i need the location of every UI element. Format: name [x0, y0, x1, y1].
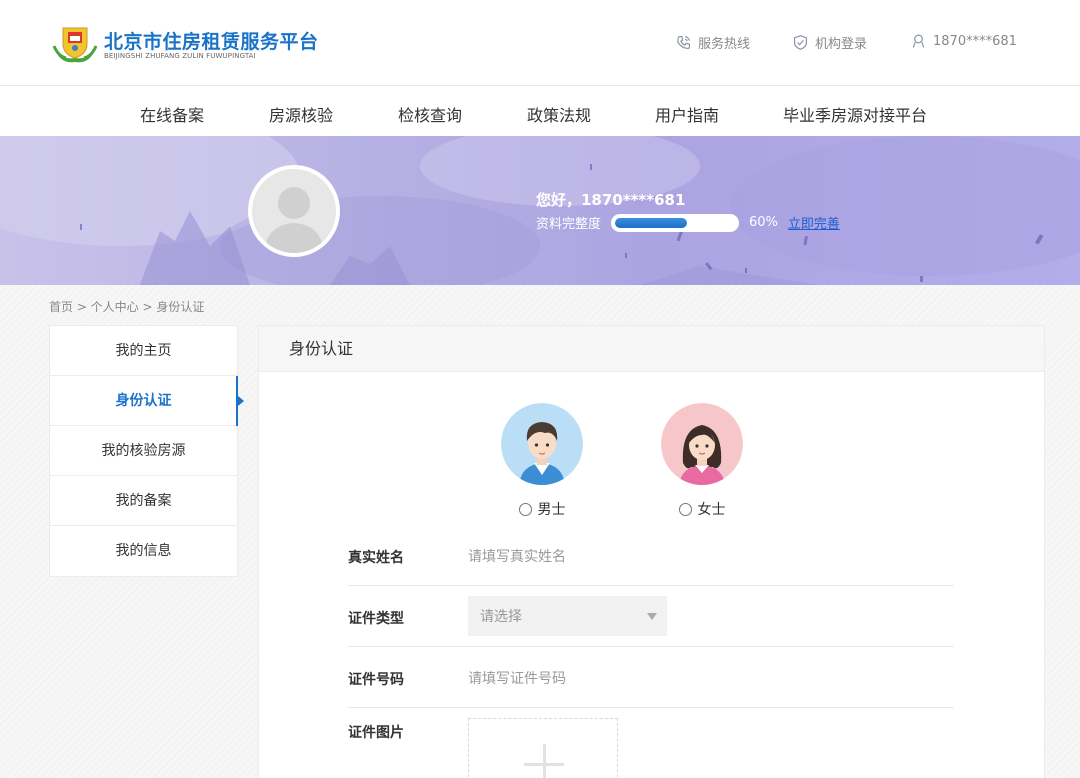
nav-item-user-guide[interactable]: 用户指南 — [655, 102, 719, 126]
sidebar-item-verified-listings[interactable]: 我的核验房源 — [50, 426, 237, 476]
id-type-label: 证件类型 — [348, 611, 404, 627]
identity-auth-panel: 身份认证 男士 女士 真实姓名 请填写真实姓名 证件类型 请选择 证件号码 请填… — [258, 325, 1045, 778]
user-account-label: 1870****681 — [933, 34, 1017, 49]
phone-icon — [677, 35, 691, 50]
id-type-row: 证件类型 请选择 — [348, 586, 954, 647]
user-avatar[interactable] — [248, 165, 340, 257]
panel-title: 身份认证 — [259, 326, 1044, 372]
nav-item-listing-verify[interactable]: 房源核验 — [269, 102, 333, 126]
main-nav: 在线备案 房源核验 检核查询 政策法规 用户指南 毕业季房源对接平台 — [0, 86, 1080, 136]
female-label: 女士 — [697, 502, 726, 518]
chevron-down-icon — [647, 613, 657, 620]
user-icon — [912, 34, 925, 48]
sidebar-item-filings[interactable]: 我的备案 — [50, 476, 237, 526]
profile-completeness-label: 资料完整度 — [536, 217, 602, 232]
org-login-link[interactable]: 机构登录 — [792, 33, 867, 52]
nav-item-check-query[interactable]: 检核查询 — [398, 102, 462, 126]
sidebar-item-home[interactable]: 我的主页 — [50, 326, 237, 376]
real-name-input[interactable]: 请填写真实姓名 — [468, 546, 566, 566]
service-hotline-label: 服务热线 — [698, 37, 751, 52]
greeting-text: 您好，1870****681 — [536, 191, 686, 209]
id-number-row: 证件号码 请填写证件号码 — [348, 647, 954, 708]
profile-progress-bar — [611, 213, 740, 232]
logo-emblem-icon[interactable] — [52, 22, 98, 66]
brand-title[interactable]: 北京市住房租赁服务平台 — [104, 27, 319, 54]
nav-item-policy[interactable]: 政策法规 — [527, 102, 591, 126]
male-label: 男士 — [537, 502, 566, 518]
gender-option-female[interactable]: 女士 — [661, 403, 743, 519]
sidebar-item-identity-auth[interactable]: 身份认证 — [50, 376, 244, 426]
sidebar: 我的主页 身份认证 我的核验房源 我的备案 我的信息 — [49, 325, 244, 577]
id-image-row: 证件图片 — [348, 708, 954, 778]
male-avatar-icon[interactable] — [501, 403, 583, 485]
id-type-select[interactable]: 请选择 — [468, 596, 667, 636]
breadcrumb[interactable]: 首页 > 个人中心 > 身份认证 — [49, 298, 204, 315]
user-account-link[interactable]: 1870****681 — [910, 33, 1017, 50]
service-hotline-link[interactable]: 服务热线 — [675, 33, 750, 52]
shield-check-icon — [793, 35, 808, 50]
id-number-input[interactable]: 请填写证件号码 — [468, 668, 566, 688]
banner-background — [0, 136, 1080, 285]
brand-subtitle: BEIJINGSHI ZHUFANG ZULIN FUWUPINGTAI — [104, 52, 256, 60]
id-type-select-value: 请选择 — [480, 609, 522, 625]
complete-profile-link[interactable]: 立即完善 — [788, 213, 840, 232]
female-avatar-icon[interactable] — [661, 403, 743, 485]
id-image-upload-plus-icon[interactable] — [468, 718, 618, 778]
gender-option-male[interactable]: 男士 — [501, 403, 583, 519]
nav-item-graduate-platform[interactable]: 毕业季房源对接平台 — [783, 102, 927, 126]
sidebar-item-my-info[interactable]: 我的信息 — [50, 526, 237, 576]
male-radio[interactable] — [518, 502, 532, 516]
female-radio[interactable] — [678, 502, 692, 516]
real-name-label: 真实姓名 — [348, 550, 404, 566]
real-name-row: 真实姓名 请填写真实姓名 — [348, 525, 954, 586]
avatar-placeholder-icon — [264, 187, 324, 253]
profile-completeness: 资料完整度 60% 立即完善 — [536, 213, 840, 232]
top-header: 北京市住房租赁服务平台 BEIJINGSHI ZHUFANG ZULIN FUW… — [0, 0, 1080, 86]
id-image-label: 证件图片 — [348, 725, 404, 741]
nav-item-online-filing[interactable]: 在线备案 — [140, 102, 204, 126]
profile-progress-fill — [615, 217, 688, 228]
profile-progress-text: 60% — [749, 215, 778, 230]
profile-banner: 您好，1870****681 资料完整度 60% 立即完善 — [0, 136, 1080, 285]
org-login-label: 机构登录 — [815, 37, 868, 52]
id-number-label: 证件号码 — [348, 672, 404, 688]
